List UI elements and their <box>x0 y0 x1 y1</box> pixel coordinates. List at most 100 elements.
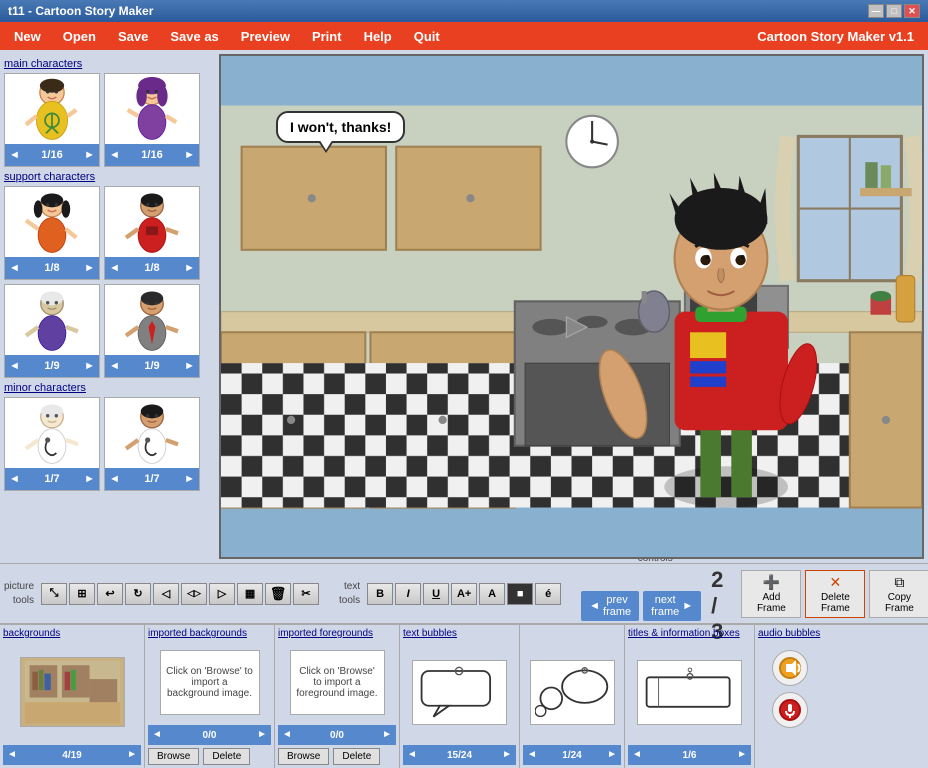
char-support4-prev[interactable]: ◄ <box>109 361 120 372</box>
window-controls[interactable]: — □ ✕ <box>868 4 920 18</box>
tool-grid[interactable]: ▦ <box>237 583 263 605</box>
char-main2-prev[interactable]: ◄ <box>109 150 120 161</box>
imported-fg-prev[interactable]: ◄ <box>282 730 292 740</box>
menu-save[interactable]: Save <box>108 26 158 47</box>
char-main1[interactable]: ◄ 1/16 ► <box>4 73 100 167</box>
app-title-label: Cartoon Story Maker v1.1 <box>757 29 924 44</box>
imported-bg-prev[interactable]: ◄ <box>152 730 162 740</box>
tool-undo[interactable]: ↩ <box>97 583 123 605</box>
imported-backgrounds-label: imported backgrounds <box>148 628 271 639</box>
menu-quit[interactable]: Quit <box>404 26 450 47</box>
imported-bg-next[interactable]: ► <box>257 730 267 740</box>
tool-fit[interactable]: ⊞ <box>69 583 95 605</box>
tool-flip-v[interactable]: ◁▷ <box>181 583 207 605</box>
text-bubbles-next[interactable]: ► <box>502 750 512 760</box>
text-bubbles-prev[interactable]: ◄ <box>407 750 417 760</box>
char-support3[interactable]: ◄ 1/9 ► <box>4 284 100 378</box>
copy-frame-button[interactable]: ⧉ Copy Frame <box>869 570 928 618</box>
imported-foregrounds-content: Click on 'Browse' to import a foreground… <box>278 642 396 722</box>
tool-delete-pic[interactable]: 🗑 <box>265 583 291 605</box>
text-bubbles-thumb <box>412 660 507 725</box>
imported-fg-next[interactable]: ► <box>382 730 392 740</box>
tool-special-char[interactable]: é <box>535 583 561 605</box>
char-main1-prev[interactable]: ◄ <box>9 150 20 161</box>
tool-font-larger[interactable]: A+ <box>451 583 477 605</box>
char-support1-next[interactable]: ► <box>84 263 95 274</box>
audio-speech-next[interactable]: ► <box>607 750 617 760</box>
char-minor2-next[interactable]: ► <box>184 474 195 485</box>
audio-record-button[interactable] <box>772 692 808 728</box>
tool-underline[interactable]: U <box>423 583 449 605</box>
char-main2-next[interactable]: ► <box>184 150 195 161</box>
text-bubbles-section: text bubbles ◄ 15/24 ► <box>400 625 520 768</box>
audio-play-button[interactable] <box>772 650 808 686</box>
bottom-panel: backgrounds ◄ 4/19 <box>0 623 928 768</box>
maximize-button[interactable]: □ <box>886 4 902 18</box>
minor-characters-row: ◄ 1/7 ► <box>4 397 211 491</box>
menu-save-as[interactable]: Save as <box>160 26 228 47</box>
char-support2-prev[interactable]: ◄ <box>109 263 120 274</box>
menu-open[interactable]: Open <box>53 26 106 47</box>
imported-fg-actions: Browse Delete <box>278 748 396 765</box>
char-minor2-prev[interactable]: ◄ <box>109 474 120 485</box>
tool-font-smaller[interactable]: A <box>479 583 505 605</box>
tool-bold[interactable]: B <box>367 583 393 605</box>
tool-redo[interactable]: ↻ <box>125 583 151 605</box>
char-minor1-next[interactable]: ► <box>84 474 95 485</box>
char-support1[interactable]: ◄ 1/8 ► <box>4 186 100 280</box>
char-main1-next[interactable]: ► <box>84 150 95 161</box>
titles-info-prev[interactable]: ◄ <box>632 750 642 760</box>
imported-bg-browse-button[interactable]: Browse <box>148 748 199 765</box>
prev-frame-button[interactable]: ◄ prev frame <box>581 591 639 621</box>
titles-info-counter: 1/6 <box>683 750 697 761</box>
menu-new[interactable]: New <box>4 26 51 47</box>
menu-print[interactable]: Print <box>302 26 352 47</box>
tool-cut[interactable]: ✂ <box>293 583 319 605</box>
add-frame-button[interactable]: ➕ Add Frame <box>741 570 801 618</box>
tool-expand[interactable]: ⤡ <box>41 583 67 605</box>
imported-fg-delete-button[interactable]: Delete <box>333 748 380 765</box>
menu-items: New Open Save Save as Preview Print Help… <box>4 26 450 47</box>
tools-and-frames: picturetools ⤡ ⊞ ↩ ↻ ◁ ◁▷ ▷ ▦ 🗑 ✂ textto… <box>0 563 928 623</box>
minimize-button[interactable]: — <box>868 4 884 18</box>
char-minor2[interactable]: ◄ 1/7 ► <box>104 397 200 491</box>
char-support4-next[interactable]: ► <box>184 361 195 372</box>
tool-flip-h[interactable]: ◁ <box>153 583 179 605</box>
menu-preview[interactable]: Preview <box>231 26 300 47</box>
imported-bg-delete-button[interactable]: Delete <box>203 748 250 765</box>
char-minor1-prev[interactable]: ◄ <box>9 474 20 485</box>
character-2-svg <box>112 77 192 142</box>
char-support3-counter: 1/9 <box>44 360 59 372</box>
char-support4[interactable]: ◄ 1/9 ► <box>104 284 200 378</box>
tool-color[interactable]: ■ <box>507 583 533 605</box>
char-minor1[interactable]: ◄ 1/7 ► <box>4 397 100 491</box>
audio-speech-counter: 1/24 <box>562 750 581 761</box>
char-support1-image <box>5 187 99 257</box>
tool-mirror[interactable]: ▷ <box>209 583 235 605</box>
char-support2-next[interactable]: ► <box>184 263 195 274</box>
scene-image: I won't, thanks! <box>219 54 924 559</box>
support-char-1-svg <box>12 190 92 255</box>
audio-speech-prev[interactable]: ◄ <box>527 750 537 760</box>
imported-fg-counter: 0/0 <box>330 730 344 741</box>
delete-frame-button[interactable]: ✕ Delete Frame <box>805 570 865 618</box>
char-main2-counter: 1/16 <box>141 149 162 161</box>
minor-char-1-svg <box>12 401 92 466</box>
audio-bubble-preview-svg <box>535 661 610 724</box>
close-button[interactable]: ✕ <box>904 4 920 18</box>
char-support3-prev[interactable]: ◄ <box>9 361 20 372</box>
char-support3-next[interactable]: ► <box>84 361 95 372</box>
imported-foregrounds-label: imported foregrounds <box>278 628 396 639</box>
titles-info-preview-svg <box>642 661 737 724</box>
char-main2[interactable]: ◄ 1/16 ► <box>104 73 200 167</box>
char-support2[interactable]: ◄ 1/8 ► <box>104 186 200 280</box>
backgrounds-next[interactable]: ► <box>127 750 137 760</box>
char-support1-prev[interactable]: ◄ <box>9 263 20 274</box>
minor-char-2-svg <box>112 401 192 466</box>
titles-info-next[interactable]: ► <box>737 750 747 760</box>
menu-help[interactable]: Help <box>354 26 402 47</box>
tool-italic[interactable]: I <box>395 583 421 605</box>
imported-fg-browse-button[interactable]: Browse <box>278 748 329 765</box>
backgrounds-prev[interactable]: ◄ <box>7 750 17 760</box>
next-frame-button[interactable]: next frame ► <box>643 591 701 621</box>
